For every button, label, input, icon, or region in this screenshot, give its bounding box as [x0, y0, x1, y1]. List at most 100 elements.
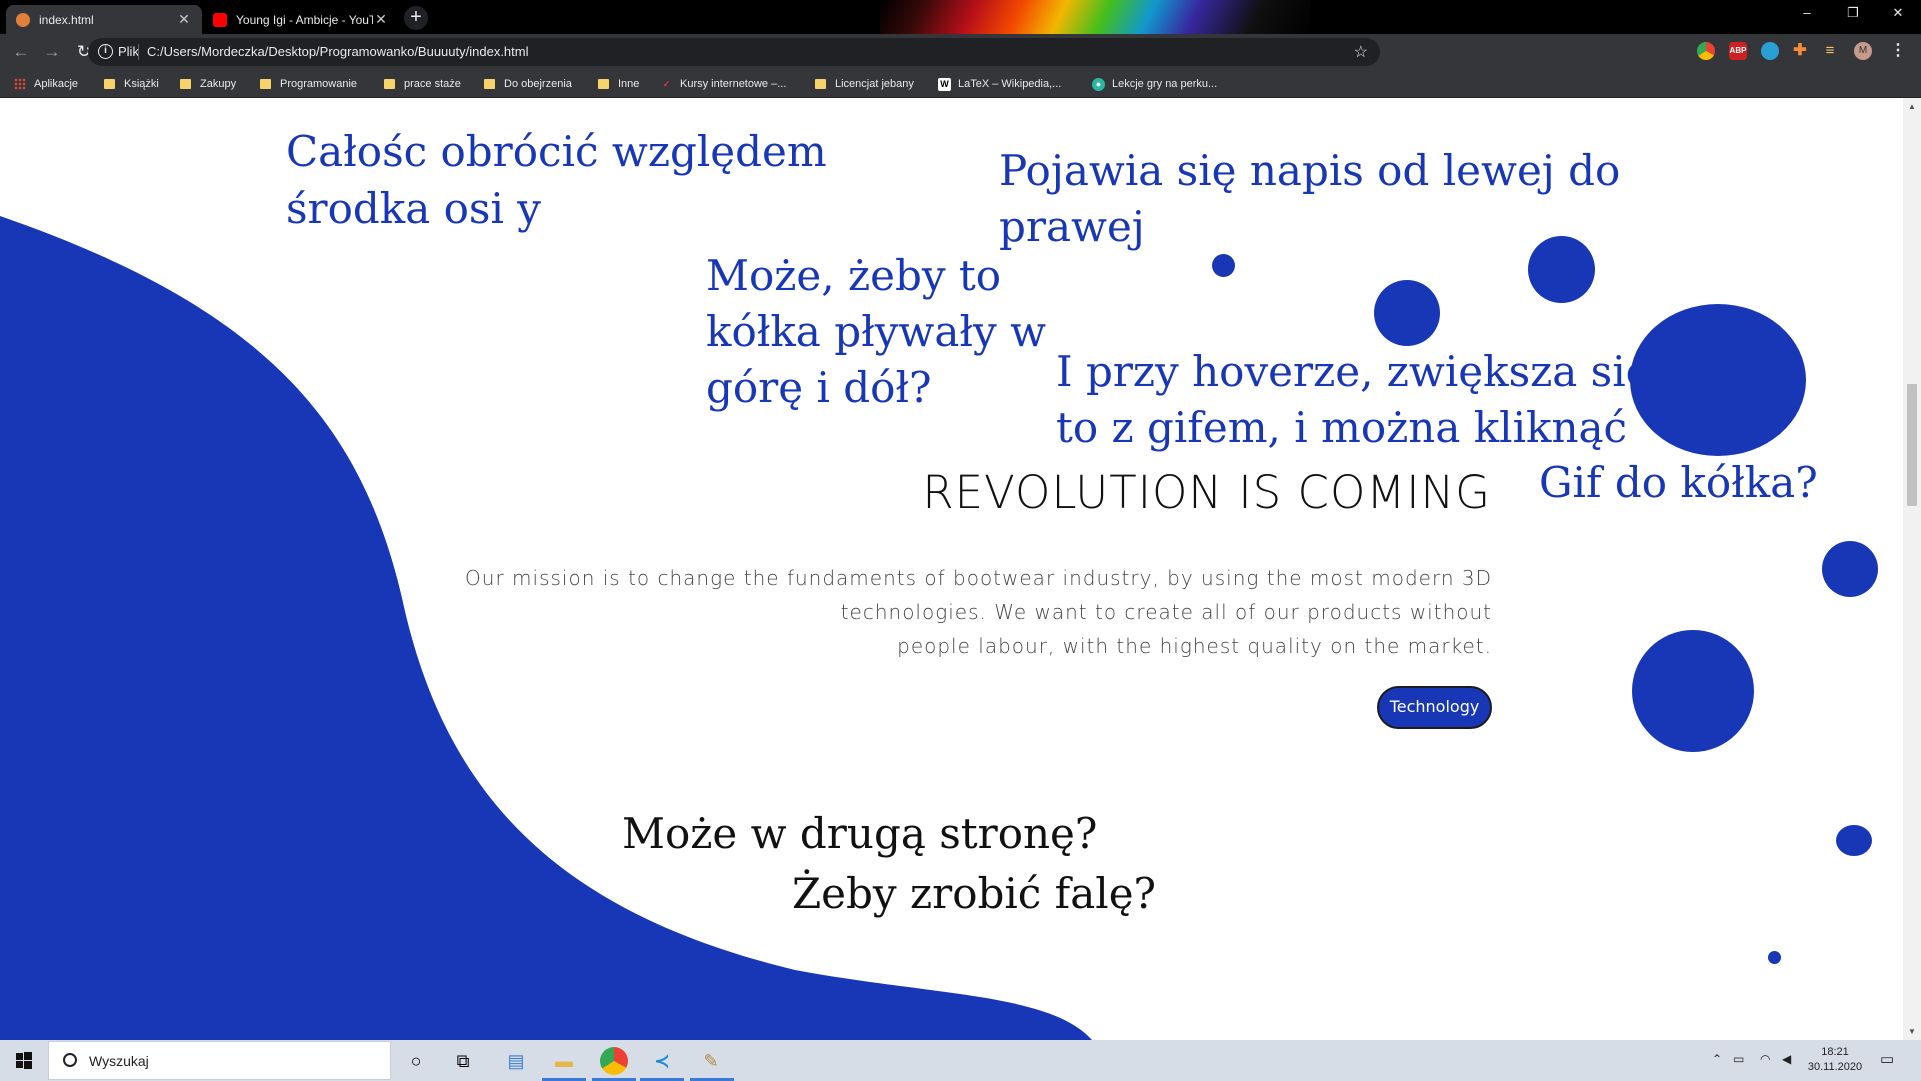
- annotation-wave-line1: Może w drugą stronę?: [622, 809, 1098, 858]
- bubble[interactable]: [1768, 951, 1781, 964]
- apps-grid-icon: [14, 78, 26, 90]
- tab-close-icon[interactable]: ✕: [373, 11, 389, 28]
- tab-title: Young Igi - Ambicje - YouTub: [236, 12, 373, 27]
- bubble[interactable]: [1528, 236, 1595, 303]
- clock-date: 30.11.2020: [1807, 1061, 1863, 1073]
- scroll-thumb[interactable]: [1907, 384, 1917, 506]
- site-info-icon[interactable]: i: [98, 44, 113, 59]
- bookmark-folder[interactable]: Licencjat jebany: [815, 76, 914, 92]
- bookmark-label: Lekcje gry na perku...: [1112, 78, 1218, 90]
- taskbar-search[interactable]: Wyszukaj: [48, 1041, 391, 1080]
- profile-avatar[interactable]: M: [1854, 42, 1872, 60]
- menu-dots-icon[interactable]: ⋮: [1889, 42, 1907, 60]
- windows-start-button[interactable]: [0, 1040, 48, 1081]
- bookmark-label: LaTeX – Wikipedia,...: [958, 78, 1062, 90]
- annotation-rotate-line2: środka osi y: [286, 184, 541, 233]
- cortana-icon[interactable]: ○: [403, 1048, 429, 1074]
- adblock-icon[interactable]: ABP: [1729, 42, 1747, 60]
- mission-line: Our mission is to change the fundaments …: [465, 566, 1492, 590]
- vertical-scrollbar[interactable]: ▲ ▼: [1903, 98, 1921, 1040]
- annotation-hover-line2: to z gifem, i można kliknąć: [1056, 403, 1628, 452]
- folder-icon: [815, 79, 826, 89]
- close-window-button[interactable]: ✕: [1875, 0, 1921, 28]
- search-icon: [63, 1053, 77, 1067]
- annotation-appear-line1: Pojawia się napis od lewej do: [999, 146, 1621, 195]
- task-view-icon[interactable]: ⧉: [450, 1048, 476, 1074]
- folder-icon: [180, 79, 191, 89]
- bookmark-folder[interactable]: Książki: [104, 76, 159, 92]
- battery-icon[interactable]: ▭: [1733, 1052, 1744, 1066]
- wifi-icon[interactable]: ◠: [1760, 1052, 1770, 1066]
- chrome-icon[interactable]: [600, 1047, 628, 1075]
- bookmark-label: Do obejrzenia: [504, 78, 572, 90]
- scroll-down-icon[interactable]: ▼: [1903, 1023, 1921, 1040]
- wikipedia-icon: W: [938, 77, 951, 91]
- search-placeholder: Wyszukaj: [89, 1053, 149, 1069]
- url-text[interactable]: C:/Users/Mordeczka/Desktop/Programowanko…: [147, 44, 529, 59]
- file-favicon-icon: [16, 12, 30, 27]
- bookmark-site[interactable]: W LaTeX – Wikipedia,...: [938, 76, 1061, 92]
- bookmark-label: Programowanie: [280, 78, 358, 90]
- tab-youtube[interactable]: Young Igi - Ambicje - YouTub ✕: [203, 5, 399, 34]
- bubble[interactable]: [1822, 541, 1878, 597]
- bookmark-folder[interactable]: Do obejrzenia: [484, 76, 572, 92]
- paint-icon[interactable]: ✎: [698, 1048, 724, 1074]
- reading-list-icon[interactable]: ≡: [1821, 42, 1839, 60]
- tab-index-html[interactable]: index.html ✕: [6, 5, 202, 34]
- restore-button[interactable]: ❐: [1830, 0, 1876, 28]
- bubble[interactable]: [1374, 280, 1440, 346]
- tray-chevron-icon[interactable]: ⌃: [1712, 1052, 1722, 1066]
- volume-icon[interactable]: ◀: [1782, 1052, 1791, 1066]
- mission-line: technologies. We want to create all of o…: [840, 600, 1492, 624]
- clock-time: 18:21: [1821, 1046, 1849, 1058]
- annotation-rotate-line1: Całośc obrócić względem: [286, 127, 827, 176]
- bubble[interactable]: [1630, 304, 1806, 456]
- technology-button[interactable]: Technology: [1377, 686, 1492, 729]
- bookmark-site[interactable]: ✓ Kursy internetowe –...: [660, 76, 787, 92]
- scroll-up-icon[interactable]: ▲: [1903, 98, 1921, 115]
- toolbar: ← → ↻ i Plik C:/Users/Mordeczka/Desktop/…: [0, 34, 1921, 70]
- vscode-icon[interactable]: ≺: [649, 1048, 675, 1074]
- desktop-app-icon[interactable]: ▤: [503, 1048, 529, 1074]
- annotation-float-line3: górę i dół?: [706, 363, 932, 412]
- bookmark-apps[interactable]: Aplikacje: [14, 76, 78, 92]
- bookmark-folder[interactable]: Programowanie: [260, 76, 357, 92]
- new-tab-button[interactable]: +: [404, 6, 428, 30]
- file-explorer-icon[interactable]: ▬: [551, 1048, 577, 1074]
- address-bar[interactable]: i Plik C:/Users/Mordeczka/Desktop/Progra…: [88, 38, 1380, 66]
- mission-line: people labour, with the highest quality …: [897, 634, 1492, 658]
- bookmark-folder[interactable]: Zakupy: [180, 76, 236, 92]
- bookmark-label: Kursy internetowe –...: [680, 78, 787, 90]
- bookmark-folder[interactable]: Inne: [598, 76, 639, 92]
- system-clock[interactable]: 18:21 30.11.2020: [1806, 1045, 1864, 1075]
- bubble[interactable]: [1836, 825, 1872, 856]
- bubble[interactable]: [1212, 254, 1235, 277]
- bookmark-label: Inne: [618, 78, 640, 90]
- bookmarks-bar: Aplikacje Książki Zakupy Programowanie p…: [0, 70, 1921, 98]
- bookmark-folder[interactable]: prace staże: [384, 76, 461, 92]
- tab-close-icon[interactable]: ✕: [176, 11, 192, 28]
- youtube-favicon-icon: [213, 12, 227, 27]
- forward-arrow-icon[interactable]: →: [42, 42, 62, 62]
- back-arrow-icon[interactable]: ←: [11, 42, 31, 62]
- annotation-appear-line2: prawej: [999, 202, 1145, 251]
- bookmark-label: Zakupy: [200, 78, 237, 90]
- notification-icon[interactable]: ▭: [1880, 1050, 1894, 1068]
- bookmark-site[interactable]: ● Lekcje gry na perku...: [1092, 76, 1217, 92]
- bookmark-star-icon[interactable]: ☆: [1354, 42, 1368, 62]
- site-icon: ✓: [662, 78, 671, 89]
- mission-text: Our mission is to change the fundaments …: [440, 561, 1492, 663]
- windows-taskbar: Wyszukaj ○ ⧉ ▤ ▬ ≺ ✎ ⌃ ▭ ◠ ◀ 18:21 30.11…: [0, 1040, 1921, 1081]
- annotation-float-line1: Może, żeby to: [706, 251, 1002, 300]
- bookmark-label: prace staże: [404, 78, 461, 90]
- puzzle-icon[interactable]: ✚: [1791, 42, 1809, 60]
- minimize-button[interactable]: –: [1784, 0, 1830, 28]
- chrome-extension-icon[interactable]: [1697, 42, 1715, 60]
- folder-icon: [260, 79, 271, 89]
- bookmark-label: Aplikacje: [34, 78, 79, 90]
- extension-icon[interactable]: [1761, 42, 1779, 60]
- screen: index.html ✕ Young Igi - Ambicje - YouTu…: [0, 0, 1921, 1081]
- annotation-hover-line1: I przy hoverze, zwiększa się: [1056, 347, 1651, 396]
- site-icon: ●: [1092, 77, 1105, 91]
- bubble[interactable]: [1632, 630, 1754, 752]
